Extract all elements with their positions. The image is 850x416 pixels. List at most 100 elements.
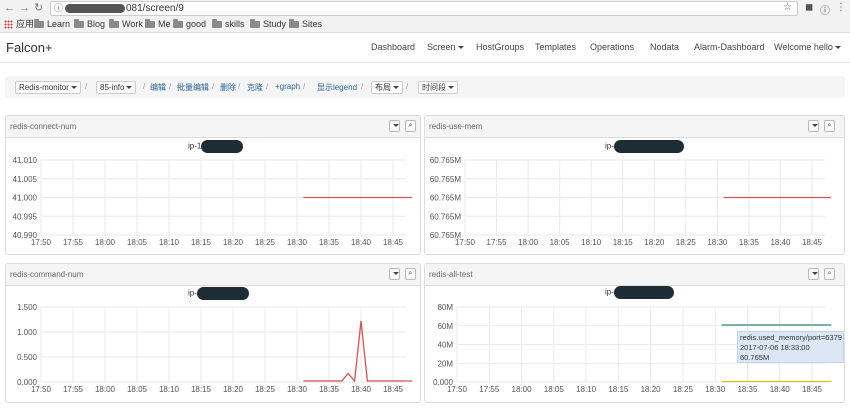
chevron-down-icon (393, 86, 399, 90)
nav-operations[interactable]: Operations (590, 42, 634, 52)
panel-menu-button[interactable] (808, 120, 819, 132)
host-label: ip- (188, 287, 249, 300)
chevron-down-icon (392, 271, 399, 275)
bookmark-skills[interactable]: skills (212, 17, 245, 32)
chevron-down-icon (457, 46, 464, 50)
tooltip-time: 2017-07-06 18:33:00 (740, 343, 810, 352)
clone-link[interactable]: 克隆 (247, 82, 263, 93)
chevron-down-icon (392, 123, 399, 127)
redacted-ip (613, 286, 674, 299)
zoom-button[interactable]: ⌕ (824, 268, 835, 280)
nav-templates[interactable]: Templates (535, 42, 576, 52)
folder-icon (173, 19, 183, 28)
nav-dashboard[interactable]: Dashboard (371, 42, 415, 52)
chevron-down-icon (70, 86, 77, 90)
back-icon[interactable]: ← (4, 1, 15, 15)
panel-menu-button[interactable] (808, 268, 819, 280)
folder-icon (250, 19, 260, 28)
bookmark-apps[interactable]: 应用 (4, 17, 34, 32)
panel-title: redis-all-test (429, 270, 473, 279)
folder-icon (74, 19, 84, 28)
redacted-ip (201, 140, 244, 153)
chevron-down-icon (811, 123, 818, 127)
separator: / (238, 82, 241, 91)
host-label: ip- (605, 140, 684, 153)
host-label: ip- (605, 286, 674, 299)
bookmark-sites[interactable]: Sites (289, 17, 322, 32)
panel-title: redis-connect-num (10, 122, 77, 131)
browser-chrome: ← → ↻ ⓘ 081/screen/9 ☆ ◼ ⓘ ⋮ 应用 Learn Bl… (0, 0, 850, 33)
folder-icon (212, 19, 222, 28)
reload-icon[interactable]: ↻ (34, 1, 43, 15)
screen-select[interactable]: Redis-monitor (15, 81, 81, 94)
extension-icon[interactable]: ◼ (805, 2, 813, 13)
sub-screen-select[interactable]: 85-info (96, 81, 137, 94)
chevron-down-icon (811, 271, 818, 275)
panel-title: redis-use-mem (429, 122, 483, 131)
panel-menu-button[interactable] (389, 268, 400, 280)
search-icon: ⌕ (827, 270, 832, 277)
apps-icon (4, 20, 13, 29)
panel-title: redis-command-num (10, 270, 84, 279)
layout-select[interactable]: 布局 (371, 81, 403, 94)
bookmark-me[interactable]: Me (145, 17, 171, 32)
menu-icon[interactable]: ⋮ (836, 2, 846, 13)
separator: / (85, 82, 88, 91)
delete-link[interactable]: 删除 (220, 82, 236, 93)
separator: / (143, 82, 146, 91)
chevron-down-icon (448, 86, 454, 90)
nav-hostgroups[interactable]: HostGroups (476, 42, 524, 52)
chart-tooltip: redis.used_memory/port=6379 2017-07-06 1… (737, 331, 844, 363)
redacted-ip (613, 140, 684, 153)
show-legend-link[interactable]: 显示legend (317, 82, 357, 93)
app-navbar: Falcon+ Dashboard Screen HostGroups Temp… (0, 33, 850, 63)
separator: / (169, 82, 172, 91)
forward-icon[interactable]: → (19, 1, 30, 15)
bookmark-learn[interactable]: Learn (34, 17, 70, 32)
folder-icon (34, 19, 44, 28)
nav-screen[interactable]: Screen (427, 42, 464, 52)
add-graph-link[interactable]: +graph (275, 82, 300, 91)
tooltip-metric: redis.used_memory/port=6379 (740, 333, 842, 342)
bookmarks-bar: 应用 Learn Blog Work Me good skills Study … (0, 17, 850, 33)
folder-icon (289, 19, 299, 28)
separator: / (303, 82, 306, 91)
separator: / (266, 82, 269, 91)
search-icon: ⌕ (408, 270, 413, 277)
separator: / (361, 82, 364, 91)
separator: / (212, 82, 215, 91)
zoom-button[interactable]: ⌕ (405, 268, 416, 280)
panel-menu-button[interactable] (389, 120, 400, 132)
time-range-select[interactable]: 时间段 (418, 81, 458, 94)
search-icon: ⌕ (827, 122, 832, 129)
bookmark-blog[interactable]: Blog (74, 17, 105, 32)
nav-alarm-dashboard[interactable]: Alarm-Dashboard (694, 42, 765, 52)
folder-icon (109, 19, 119, 28)
brand-logo[interactable]: Falcon+ (6, 40, 53, 55)
graph-panel: redis-command-num ⌕ ip- (5, 263, 421, 403)
address-bar[interactable]: ⓘ 081/screen/9 (50, 1, 798, 16)
separator: / (406, 82, 409, 91)
batch-edit-link[interactable]: 批量编辑 (177, 82, 209, 93)
screen-toolbar: Redis-monitor / 85-info / 编辑 / 批量编辑 / 删除… (5, 76, 845, 98)
folder-icon (145, 19, 155, 28)
tooltip-value: 60.765M (740, 353, 770, 362)
bookmark-good[interactable]: good (173, 17, 206, 32)
star-icon[interactable]: ☆ (783, 2, 792, 13)
graph-panel: redis-use-mem ⌕ ip- (424, 115, 845, 255)
redacted-host (65, 3, 125, 13)
bookmark-study[interactable]: Study (250, 17, 286, 32)
zoom-button[interactable]: ⌕ (405, 120, 416, 132)
zoom-button[interactable]: ⌕ (824, 120, 835, 132)
info-icon[interactable]: ⓘ (54, 2, 63, 15)
nav-nodata[interactable]: Nodata (650, 42, 679, 52)
chevron-down-icon (834, 46, 841, 50)
host-label: ip-1 (188, 140, 244, 153)
redacted-ip (196, 287, 249, 300)
edit-link[interactable]: 编辑 (150, 82, 166, 93)
graph-panel: redis-connect-num ⌕ ip-1 (5, 115, 421, 255)
extension-info-icon[interactable]: ⓘ (820, 2, 830, 17)
nav-user-menu[interactable]: Welcome hello (774, 42, 841, 52)
bookmark-work[interactable]: Work (109, 17, 143, 32)
url-text: 081/screen/9 (126, 3, 184, 14)
